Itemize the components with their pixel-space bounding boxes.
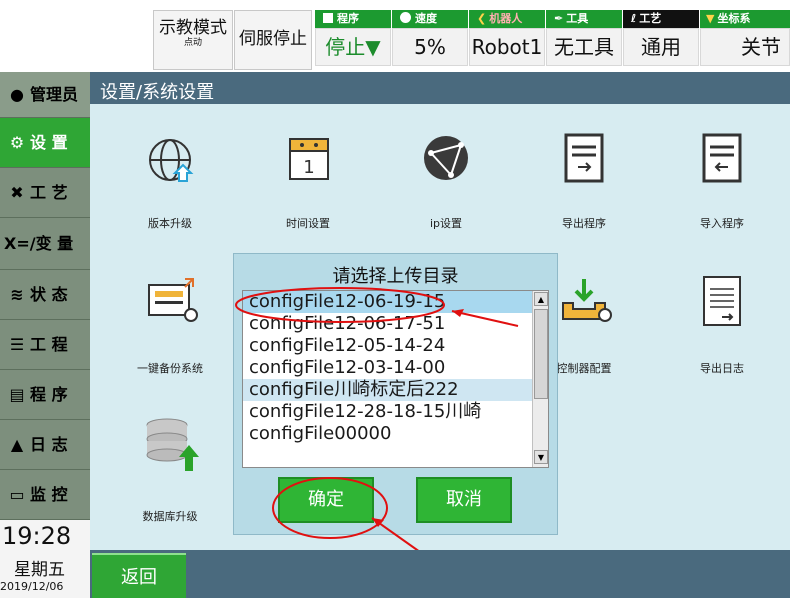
- annotation-overlay: [235, 287, 519, 553]
- back-button[interactable]: 返回: [92, 553, 186, 598]
- bottom-bar: [90, 550, 790, 598]
- annotation-circle-selected: [235, 287, 445, 323]
- annotation-circle-confirm: [272, 477, 388, 539]
- annotation-arrow-selected: [451, 310, 519, 327]
